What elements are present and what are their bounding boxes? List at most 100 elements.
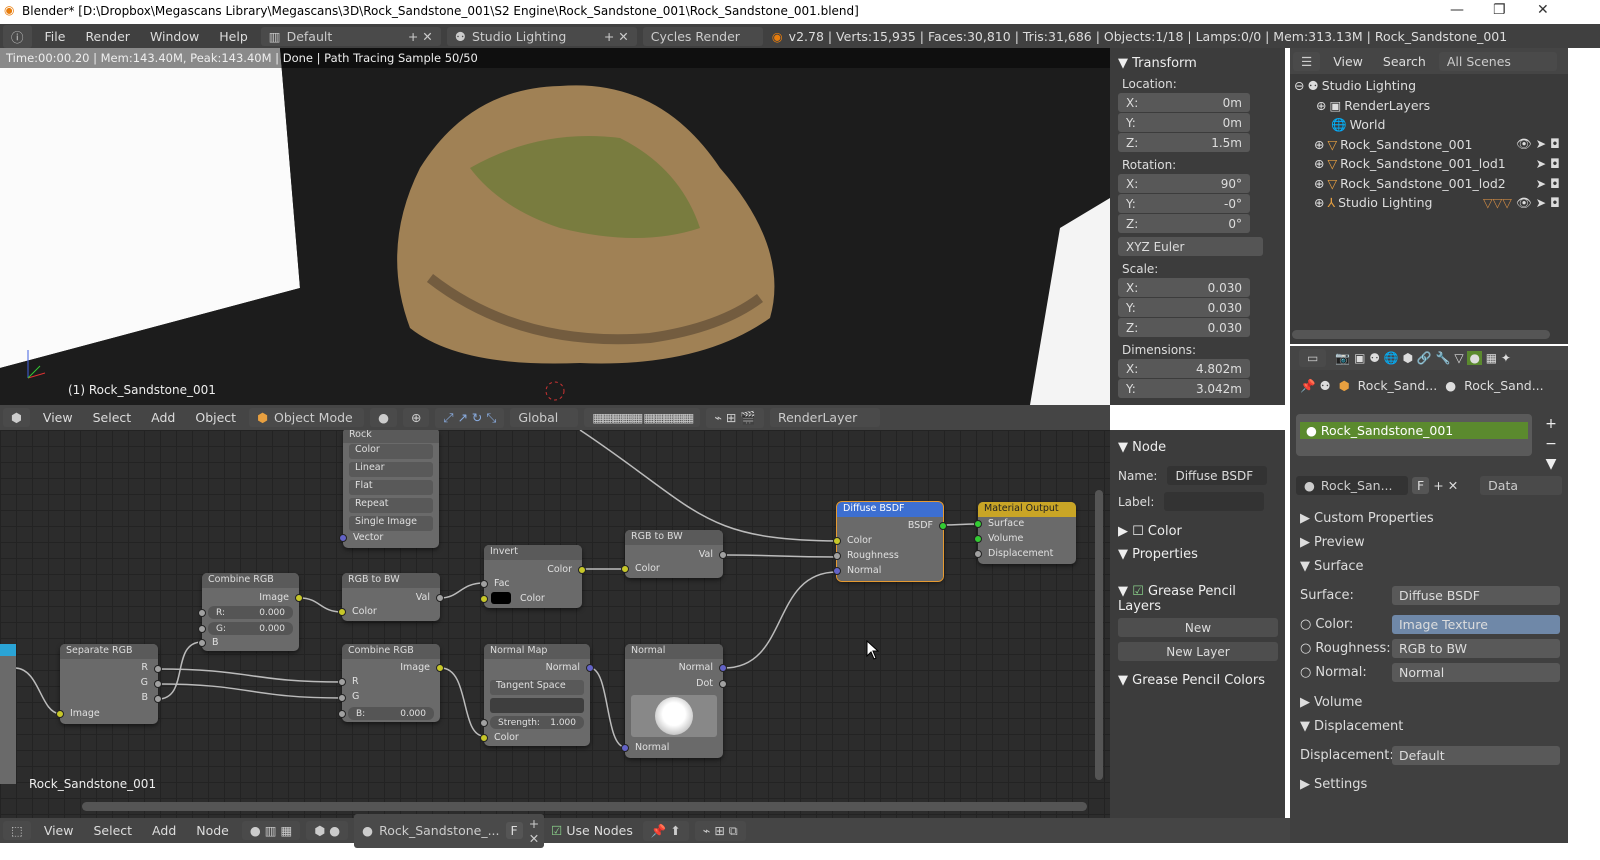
menu-object[interactable]: Object [185, 410, 246, 425]
dimensions-y[interactable]: Y: 3.042m [1118, 379, 1250, 398]
interpolation-select[interactable]: Linear [349, 462, 433, 477]
outliner-item-rock[interactable]: ⊕ ▽ Rock_Sandstone_001 👁 ➤ ◘ [1294, 135, 1568, 155]
node-combine-rgb-1[interactable]: Combine RGB Image R: 0.000 G: 0.000 B [198, 573, 303, 651]
extension-select[interactable]: Repeat [349, 498, 433, 513]
vertical-scrollbar[interactable] [1095, 490, 1103, 780]
scale-x[interactable]: X: 0.030 [1118, 278, 1250, 297]
outliner-menu-search[interactable]: Search [1373, 54, 1436, 69]
outliner-item-world[interactable]: 🌐 World [1294, 115, 1568, 135]
location-z[interactable]: Z: 1.5m [1118, 133, 1250, 152]
snap-toggle[interactable]: ⌁ ⊞ 🎬 [706, 407, 764, 428]
menu-add[interactable]: Add [142, 823, 186, 838]
surface-shader-select[interactable]: Diffuse BSDF [1392, 585, 1560, 605]
outliner-item-rock-lod1[interactable]: ⊕ ▽ Rock_Sandstone_001_lod1 ➤ ◘ [1294, 154, 1568, 174]
g-field[interactable]: G: 0.000 [208, 622, 293, 635]
new-layer-button[interactable]: New Layer [1118, 642, 1278, 661]
source-select[interactable]: Single Image [349, 516, 433, 531]
outliner-item-rock-lod2[interactable]: ⊕ ▽ Rock_Sandstone_001_lod2 ➤ ◘ [1294, 174, 1568, 194]
display-mode-select[interactable]: All Scenes [1438, 51, 1557, 71]
new-material-button[interactable]: + [1433, 478, 1443, 493]
surface-panel[interactable]: ▼ Surface [1290, 554, 1568, 578]
node-invert[interactable]: Invert Color Fac Color [480, 545, 586, 608]
roughness-input-select[interactable]: RGB to BW [1392, 638, 1560, 658]
fake-user-button[interactable]: F [1412, 477, 1430, 494]
settings-panel[interactable]: ▶ Settings [1290, 772, 1568, 796]
menu-select[interactable]: Select [83, 823, 142, 838]
scale-y[interactable]: Y: 0.030 [1118, 298, 1250, 317]
properties-type-icon[interactable]: ▭ [1299, 349, 1327, 367]
info-editor-icon[interactable]: ⓘ [3, 24, 32, 48]
image-output-socket[interactable] [295, 594, 303, 602]
editor-type-icon[interactable]: ⬚ [3, 821, 31, 840]
node-rgb-to-bw-2[interactable]: RGB to BW Val Color [621, 530, 727, 578]
menu-add[interactable]: Add [141, 410, 185, 425]
menu-help[interactable]: Help [209, 29, 258, 44]
node-normal-map[interactable]: Normal Map Normal Tangent Space Strength… [480, 644, 594, 746]
scale-z[interactable]: Z: 0.030 [1118, 318, 1250, 337]
rotation-mode-select[interactable]: XYZ Euler [1118, 237, 1263, 256]
properties-panel[interactable]: ▼ Properties [1118, 547, 1277, 562]
space-select[interactable]: Tangent Space [490, 680, 584, 695]
shader-type[interactable]: ⬢ ● [306, 821, 349, 840]
pin-toggle[interactable]: 📌 ⬆ [642, 820, 689, 841]
close-button[interactable]: ✕ [1537, 2, 1549, 18]
editor-type-icon[interactable]: ⬢ [3, 408, 30, 427]
node-diffuse-bsdf[interactable]: Diffuse BSDF BSDF Color Roughness Normal [833, 501, 947, 582]
color-swatch[interactable] [491, 592, 511, 604]
outliner-item-renderlayers[interactable]: ⊕ ▣ RenderLayers [1294, 96, 1568, 116]
projection-select[interactable]: Flat [349, 480, 433, 495]
outliner-scrollbar[interactable] [1292, 330, 1550, 339]
unlink-material-button[interactable]: ✕ [1448, 478, 1458, 493]
location-x[interactable]: X: 0m [1118, 93, 1250, 112]
color-panel[interactable]: ▶ ☐ Color [1118, 524, 1277, 539]
node-tree-type[interactable]: ● ▥ ▦ [241, 821, 301, 840]
layers-grid[interactable]: ▦▦▦▦▦ ▦▦▦▦▦ [584, 408, 701, 427]
render-layer-select[interactable]: RenderLayer [769, 408, 880, 427]
material-slot-list[interactable]: ● Rock_Sandstone_001 [1296, 414, 1532, 456]
minimize-button[interactable]: — [1450, 2, 1464, 18]
node-material-output[interactable]: Material Output Surface Volume Displacem… [974, 502, 1076, 564]
vector-socket[interactable] [339, 534, 347, 542]
node-editor[interactable]: Rock Color Linear Flat Repeat Single Ima… [0, 430, 1110, 818]
snap-tools[interactable]: ⌁ ⊞ ⧉ [694, 820, 746, 841]
rotation-x[interactable]: X: 90° [1118, 174, 1250, 193]
material-datablock[interactable]: ● Rock_San... [1296, 476, 1408, 495]
uv-map-field[interactable] [490, 698, 584, 713]
menu-view[interactable]: View [34, 823, 84, 838]
color-space-select[interactable]: Color [349, 444, 433, 459]
slot-add-remove-buttons[interactable]: + − ▼ [1542, 414, 1560, 474]
grease-pencil-layers-panel[interactable]: ▼ ☑ Grease Pencil Layers [1118, 584, 1277, 614]
strength-field[interactable]: Strength: 1.000 [490, 716, 584, 729]
mode-select[interactable]: ⬢ Object Mode [249, 408, 365, 427]
scene-select[interactable]: ⚉ Studio Lighting + ✕ [446, 26, 637, 46]
menu-file[interactable]: File [35, 29, 76, 44]
material-slot-item[interactable]: ● Rock_Sandstone_001 [1300, 422, 1528, 439]
pivot-select[interactable]: ⊕ [403, 408, 430, 427]
preview-panel[interactable]: ▶ Preview [1290, 530, 1568, 554]
node-rgb-to-bw-1[interactable]: RGB to BW Val Color [338, 573, 444, 621]
node-name-field[interactable]: Diffuse BSDF [1167, 466, 1268, 485]
outliner-type-icon[interactable]: ☰ [1293, 51, 1321, 71]
menu-render[interactable]: Render [75, 29, 140, 44]
render-engine-select[interactable]: Cycles Render [642, 26, 763, 46]
volume-panel[interactable]: ▶ Volume [1290, 690, 1568, 714]
node-combine-rgb-2[interactable]: Combine RGB Image R G B: 0.000 [338, 644, 444, 722]
normal-sphere-widget[interactable] [631, 695, 717, 737]
use-nodes-checkbox[interactable]: ☑ [551, 823, 562, 838]
custom-properties-panel[interactable]: ▶ Custom Properties [1290, 506, 1568, 530]
color-input-select[interactable]: Image Texture [1392, 614, 1560, 634]
context-tabs[interactable]: 📷 ▣ ⚉ 🌐 ⬢ 🔗 🔧 ▽ ● ▦ ✦ [1335, 351, 1511, 365]
menu-window[interactable]: Window [140, 29, 209, 44]
node-image-texture[interactable]: Rock Color Linear Flat Repeat Single Ima… [339, 430, 439, 548]
manipulator-toggle[interactable]: ⤢ ↗ ↻ ⤡ [435, 407, 505, 428]
menu-select[interactable]: Select [83, 410, 142, 425]
normal-input-select[interactable]: Normal [1392, 662, 1560, 682]
3d-viewport[interactable]: Time:00:00.20 | Mem:143.40M, Peak:143.40… [0, 48, 1110, 405]
location-y[interactable]: Y: 0m [1118, 113, 1250, 132]
image-texture-name[interactable]: Rock [343, 430, 439, 443]
displacement-select[interactable]: Default [1392, 745, 1560, 765]
b-field[interactable]: B: 0.000 [348, 707, 434, 720]
material-select[interactable]: ● Rock_Sandstone_... F + ✕ [354, 813, 545, 848]
menu-view[interactable]: View [33, 410, 83, 425]
transform-title[interactable]: ▼ Transform [1118, 56, 1277, 71]
